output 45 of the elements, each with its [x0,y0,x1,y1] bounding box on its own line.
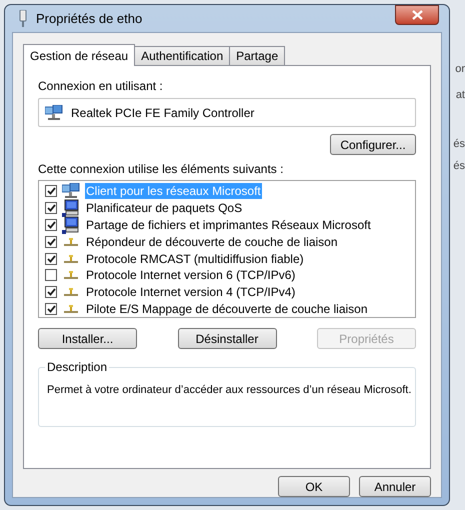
adapter-name: Realtek PCIe FE Family Controller [71,104,254,122]
connection-label: Connexion en utilisant : [38,78,164,94]
dialog-button[interactable]: Annuler [359,476,431,497]
tab[interactable]: Gestion de réseau [23,44,136,66]
background-text: or [455,62,465,76]
window-title: Propriétés de etho [36,10,142,28]
protocol-icon [64,288,78,296]
close-button[interactable] [395,5,439,25]
network-computers-icon [45,104,63,120]
list-item[interactable]: Protocole Internet version 4 (TCP/IPv4) [85,284,296,300]
close-icon [412,10,422,20]
checkbox[interactable] [45,202,57,214]
protocol-icon [64,238,78,246]
configure-button[interactable]: Configurer... [330,134,416,155]
protocol-icon [64,271,78,280]
items-label: Cette connexion utilise les éléments suivants : [38,161,284,177]
background-text: és [453,159,465,173]
list-item[interactable]: Planificateur de paquets QoS [85,200,244,216]
list-item[interactable]: Répondeur de découverte de couche de liaison [85,234,339,250]
checkbox[interactable] [45,236,57,248]
description-text: Permet à votre ordinateur d’accéder aux ressources d’un réseau Microsoft. [47,384,412,396]
tab[interactable]: Partage [229,46,286,65]
list-item[interactable]: Pilote E/S Mappage de découverte de couche liaison [85,300,369,317]
computer-icon [62,216,80,234]
checkbox[interactable] [45,219,57,232]
description-title: Description [45,359,110,375]
checkbox[interactable] [45,286,57,298]
computer-icon [62,199,80,218]
dialog-button[interactable]: OK [278,476,350,497]
network-plug-icon [18,10,28,28]
checkbox[interactable] [45,252,57,265]
checkbox[interactable] [45,302,57,315]
protocol-icon [64,304,78,313]
list-item[interactable]: Partage de fichiers et imprimantes Réseaux Microsoft [85,217,372,234]
checkbox[interactable] [45,185,57,198]
list-item[interactable]: Protocole Internet version 6 (TCP/IPv6) [85,267,296,284]
list-item[interactable]: Protocole RMCAST (multidiffusion fiable) [85,250,305,267]
checkbox[interactable] [45,269,57,282]
action-button[interactable]: Désinstaller [178,328,276,349]
network-computers-icon [62,183,80,200]
background-text: és [453,137,465,151]
action-button[interactable]: Installer... [38,328,137,349]
background-text: at [456,88,465,102]
tab[interactable]: Authentification [134,46,230,65]
protocol-icon [64,254,78,263]
